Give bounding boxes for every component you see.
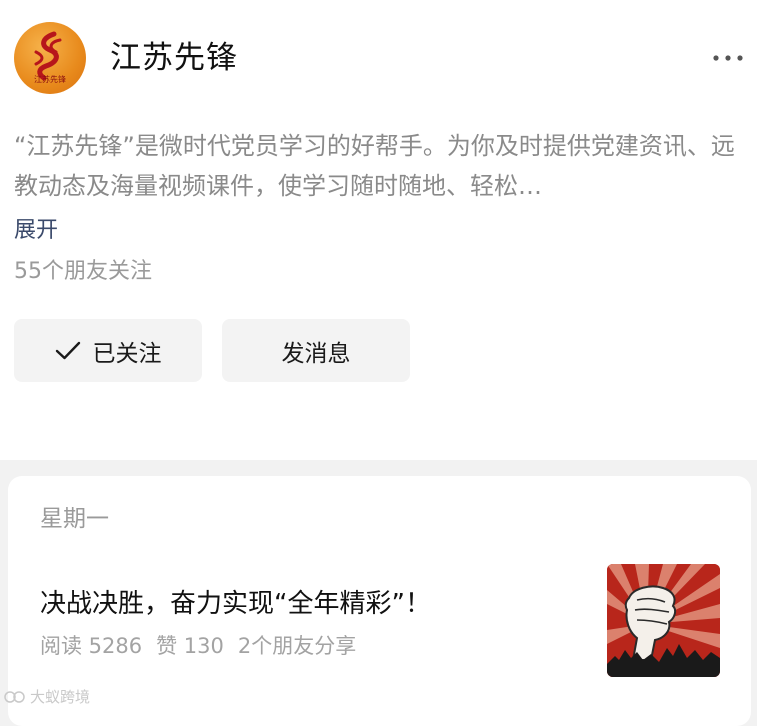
- more-dots-icon: [713, 55, 743, 61]
- watermark-text: 大蚁跨境: [30, 688, 91, 706]
- watermark-logo-icon: [4, 690, 25, 703]
- send-message-label: 发消息: [281, 340, 351, 367]
- article-like-count: 赞 130: [156, 634, 224, 658]
- expand-description-link[interactable]: 展开: [14, 216, 58, 246]
- article-read-count: 阅读 5286: [40, 634, 143, 658]
- friends-following-count[interactable]: 55个朋友关注: [14, 257, 152, 287]
- article-title[interactable]: 决战决胜，奋力实现“全年精彩”！: [40, 586, 431, 622]
- account-name: 江苏先锋: [110, 40, 238, 76]
- article-share-count: 2个朋友分享: [237, 634, 357, 658]
- account-description: “江苏先锋”是微时代党员学习的好帮手。为你及时提供党建资讯、远教动态及海量视频课…: [14, 132, 735, 200]
- article-stats: 阅读 5286 赞 130 2个朋友分享: [40, 631, 370, 661]
- account-avatar[interactable]: 江苏先锋: [14, 22, 86, 94]
- more-options-button[interactable]: [706, 44, 750, 72]
- followed-button-label: 已关注: [92, 340, 162, 367]
- avatar-text: 江苏先锋: [34, 74, 66, 84]
- account-profile-section: 江苏先锋 江苏先锋 “江苏先锋”是微时代党员学习的好帮手。为你及时提供党建资讯、…: [0, 0, 757, 460]
- article-card: 星期一 决战决胜，奋力实现“全年精彩”！ 阅读 5286 赞 130 2个朋友分享: [8, 476, 751, 726]
- watermark: 大蚁跨境: [4, 686, 90, 707]
- article-thumbnail[interactable]: [607, 564, 720, 677]
- followed-button[interactable]: 已关注: [14, 319, 202, 382]
- raised-fist-poster-icon: [607, 564, 720, 677]
- jiangsu-xianfeng-logo-icon: 江苏先锋: [34, 31, 66, 84]
- send-message-button[interactable]: 发消息: [222, 319, 410, 382]
- article-date-label: 星期一: [40, 506, 109, 532]
- checkmark-icon: [55, 341, 80, 359]
